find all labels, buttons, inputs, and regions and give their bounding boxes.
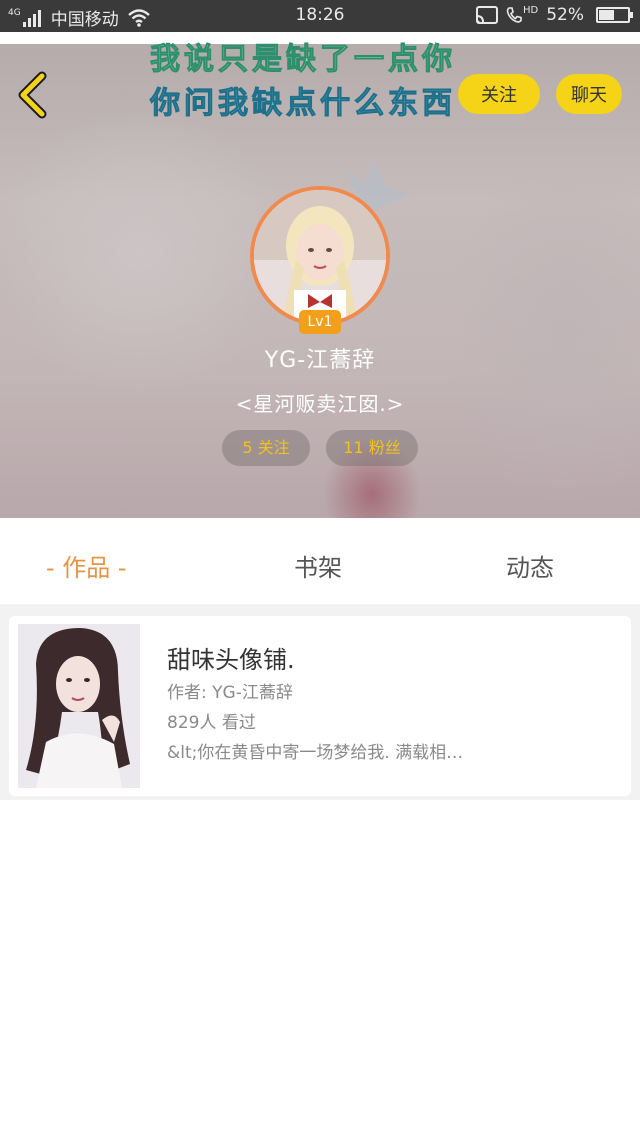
user-bio: <星河贩卖江囡.> [235, 392, 405, 416]
cast-icon [475, 6, 498, 24]
work-author: 作者: YG-江蕎辞 [167, 683, 293, 703]
hd-label: HD [522, 4, 539, 16]
work-description: &lt;你在黄昏中寄一场梦给我. 满载相… [167, 743, 464, 763]
user-avatar[interactable] [250, 186, 390, 326]
decorative-text-line1: 我说只是缺了一点你 [150, 42, 456, 78]
work-view-count: 829人 看过 [167, 713, 256, 733]
back-arrow-icon[interactable] [14, 70, 54, 120]
level-badge: Lv1 [299, 310, 341, 334]
work-cover-image [18, 624, 140, 788]
tab-bookshelf[interactable]: 书架 [294, 548, 342, 583]
volte-indicator: HD [506, 4, 539, 24]
tab-works[interactable]: - 作品 - [46, 548, 127, 583]
fans-count-button[interactable]: 11 粉丝 [326, 430, 418, 466]
battery-level [599, 10, 614, 20]
username: YG-江蕎辞 [264, 348, 376, 373]
decorative-text-line2: 你问我缺点什么东西 [150, 86, 456, 122]
work-title: 甜味头像铺. [167, 646, 295, 674]
battery-icon [596, 7, 633, 23]
works-list: 甜味头像铺. 作者: YG-江蕎辞 829人 看过 &lt;你在黄昏中寄一场梦给… [0, 604, 640, 800]
follow-button[interactable]: 关注 [458, 74, 540, 114]
profile-header: 我说只是缺了一点你 你问我缺点什么东西 关注 聊天 Lv1 YG-江蕎辞 <星河… [0, 32, 640, 518]
following-count-button[interactable]: 5 关注 [222, 430, 310, 466]
profile-tabs: - 作品 - 书架 动态 [0, 518, 640, 604]
chat-button[interactable]: 聊天 [556, 74, 622, 114]
tab-activity[interactable]: 动态 [506, 548, 554, 583]
status-right: HD 52% [475, 4, 633, 25]
phone-icon [506, 7, 522, 23]
status-bar: 4G 中国移动 18:26 HD 52% [0, 0, 640, 32]
battery-percent: 52% [546, 5, 584, 25]
avatar-image [254, 190, 386, 322]
work-card[interactable]: 甜味头像铺. 作者: YG-江蕎辞 829人 看过 &lt;你在黄昏中寄一场梦给… [9, 616, 631, 796]
